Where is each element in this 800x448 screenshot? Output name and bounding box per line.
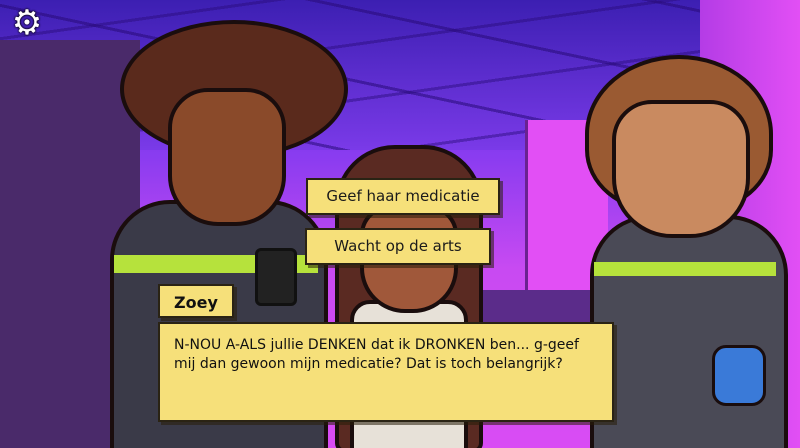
dialogue-text: N-NOU A-ALS jullie DENKEN dat ik DRONKEN… [174,337,579,372]
choice-wait-for-doctor-button[interactable]: Wacht op de arts [305,228,491,265]
officer-face [168,88,286,226]
glove-icon [712,345,766,406]
radio-icon [255,248,297,306]
paramedic-body [590,215,788,448]
settings-gear-icon[interactable]: ⚙ [10,6,44,40]
paramedic-stripe [594,262,776,276]
paramedic-face [612,100,750,238]
speaker-name: Zoey [158,284,234,318]
dialogue-box[interactable]: N-NOU A-ALS jullie DENKEN dat ik DRONKEN… [158,322,614,422]
choice-give-medication-button[interactable]: Geef haar medicatie [306,178,500,215]
